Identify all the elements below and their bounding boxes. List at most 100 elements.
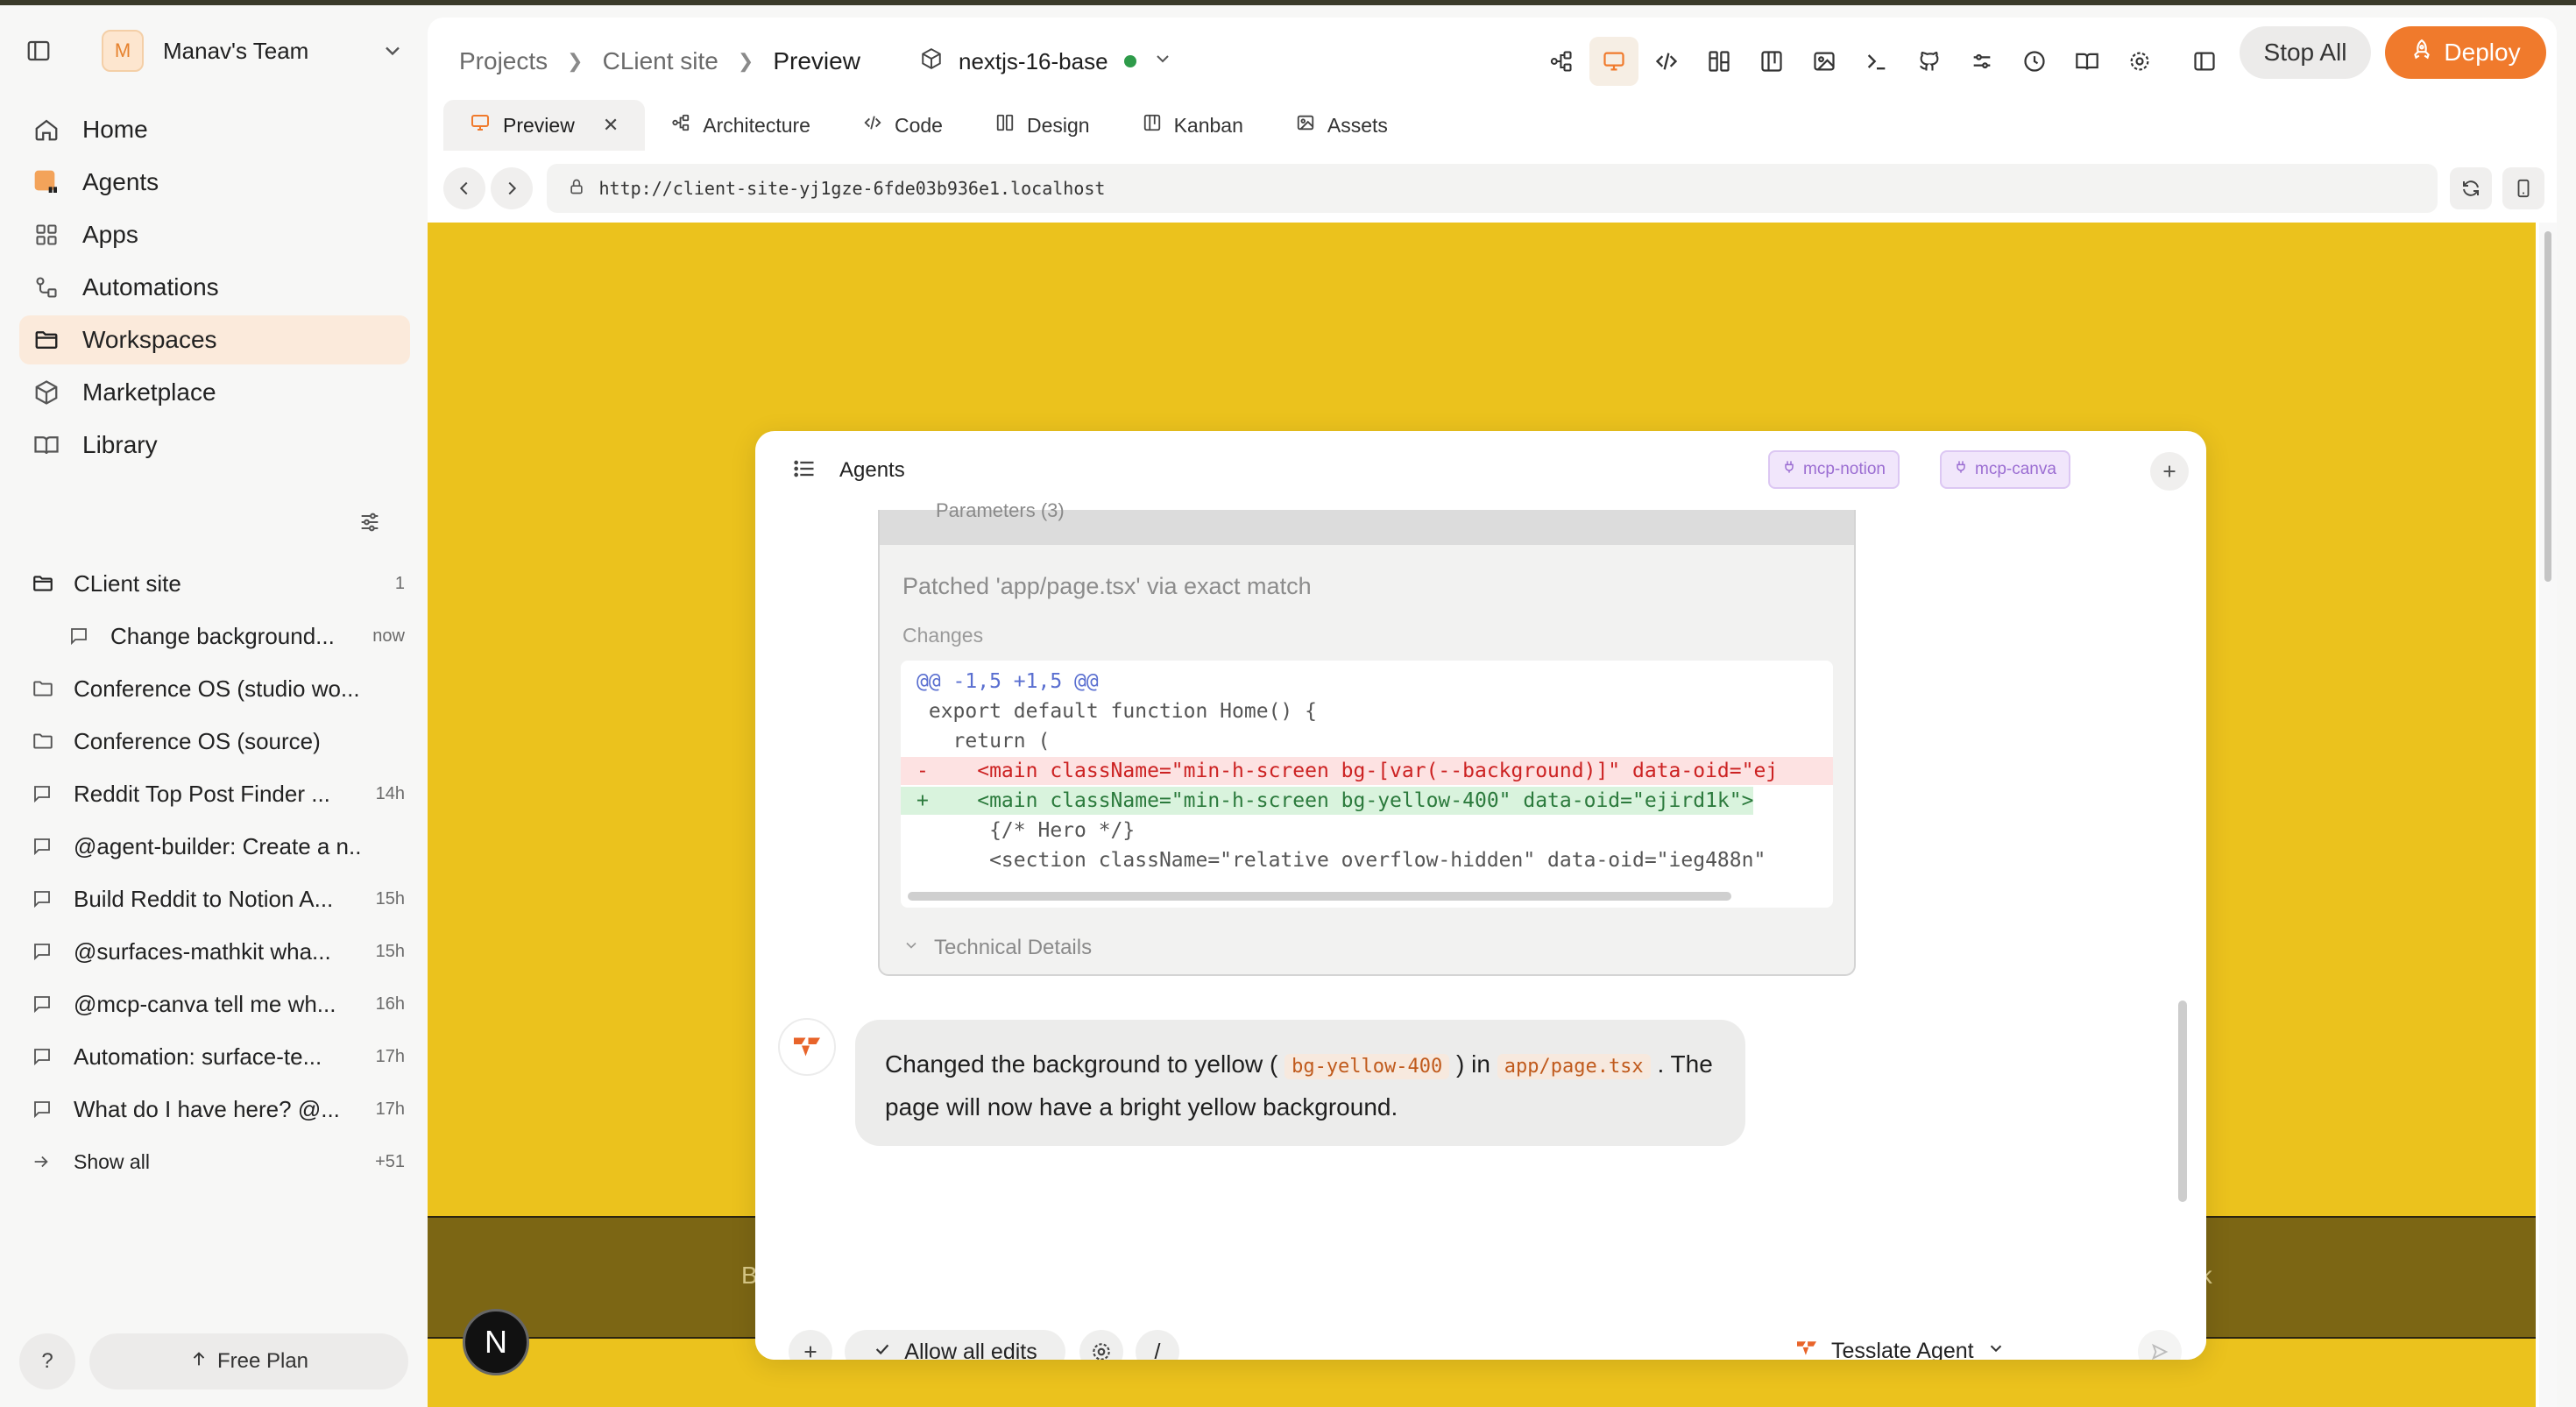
technical-details-toggle[interactable]: Technical Details xyxy=(902,936,1092,960)
nav-label: Agents xyxy=(82,168,159,195)
workspace-item-client-site[interactable]: CLient site 1 xyxy=(19,557,405,610)
show-all-link[interactable]: Show all +51 xyxy=(19,1135,405,1188)
deploy-button[interactable]: Deploy xyxy=(2385,26,2546,79)
crumb-projects[interactable]: Projects xyxy=(459,47,548,75)
nav-item-apps[interactable]: Apps xyxy=(19,210,410,259)
list-icon[interactable] xyxy=(792,456,817,485)
agent-selector[interactable]: Tesslate Agent xyxy=(1794,1328,2006,1360)
team-avatar: M xyxy=(102,30,144,72)
nav-label: Marketplace xyxy=(82,378,216,406)
tab-architecture[interactable]: Architecture xyxy=(645,100,837,151)
tree-time: 14h xyxy=(375,783,405,803)
lock-icon xyxy=(568,178,585,200)
team-switcher[interactable]: M Manav's Team xyxy=(19,23,405,79)
back-button[interactable] xyxy=(443,167,485,209)
tab-code[interactable]: Code xyxy=(837,100,969,151)
url-field[interactable]: http://client-site-yj1gze-6fde03b936e1.l… xyxy=(546,164,2438,213)
refresh-button[interactable] xyxy=(2450,167,2493,209)
nav-item-library[interactable]: Library xyxy=(19,421,410,470)
agent-name: Tesslate Agent xyxy=(1831,1338,1974,1361)
workspace-item[interactable]: Conference OS (source) xyxy=(19,715,405,767)
parameters-label: Parameters (3) xyxy=(936,499,1065,521)
book-open-icon[interactable] xyxy=(2063,37,2112,86)
crumb-project[interactable]: CLient site xyxy=(603,47,718,75)
chat-bubble-icon xyxy=(32,836,56,857)
chat-item[interactable]: @mcp-canva tell me wh... 16h xyxy=(19,978,405,1030)
chat-item[interactable]: @agent-builder: Create a n... xyxy=(19,820,405,873)
stop-all-button[interactable]: Stop All xyxy=(2240,26,2371,79)
sidebar-toggle-icon[interactable] xyxy=(19,32,58,70)
kanban-icon[interactable] xyxy=(1747,37,1796,86)
folder-icon xyxy=(32,730,56,753)
image-icon[interactable] xyxy=(1800,37,1849,86)
view-toolbar xyxy=(1537,37,2229,86)
diff-scrollbar[interactable] xyxy=(908,892,1731,901)
tab-kanban[interactable]: Kanban xyxy=(1116,100,1270,151)
chat-item[interactable]: Change background... now xyxy=(19,610,405,662)
scrollbar-thumb[interactable] xyxy=(2544,231,2551,582)
chat-item[interactable]: Automation: surface-te... 17h xyxy=(19,1030,405,1083)
architecture-icon[interactable] xyxy=(1537,37,1586,86)
allow-all-edits-button[interactable]: Allow all edits xyxy=(845,1330,1065,1360)
close-icon[interactable]: ✕ xyxy=(603,114,619,137)
folder-icon xyxy=(32,572,56,595)
device-toggle-button[interactable] xyxy=(2502,167,2545,209)
workspace-tree: CLient site 1 Change background... now C… xyxy=(19,557,405,1188)
preview-monitor-icon[interactable] xyxy=(1589,37,1638,86)
diff-line: <section className="relative overflow-hi… xyxy=(916,849,1766,872)
panel-toggle-icon[interactable] xyxy=(2180,37,2229,86)
book-icon xyxy=(32,430,61,460)
home-icon xyxy=(32,115,61,145)
chat-item[interactable]: Reddit Top Post Finder ... 14h xyxy=(19,767,405,820)
main-area: Projects ❯ CLient site ❯ Preview nextjs-… xyxy=(428,18,2557,1407)
tab-preview[interactable]: Preview ✕ xyxy=(443,100,646,151)
clock-icon[interactable] xyxy=(2010,37,2059,86)
url-text: http://client-site-yj1gze-6fde03b936e1.l… xyxy=(598,178,1106,199)
chevron-down-icon[interactable] xyxy=(380,39,405,67)
tree-label: Show all xyxy=(74,1149,150,1173)
repo-name: nextjs-16-base xyxy=(959,47,1108,74)
tree-count: 1 xyxy=(394,573,405,593)
nav-item-agents[interactable]: Agents xyxy=(19,158,410,207)
free-plan-button[interactable]: Free Plan xyxy=(89,1333,408,1389)
nav-item-home[interactable]: Home xyxy=(19,105,410,154)
agents-icon xyxy=(32,167,61,197)
inline-code: bg-yellow-400 xyxy=(1284,1054,1450,1079)
parameters-row[interactable]: Parameters (3) xyxy=(880,499,1854,545)
mcp-badge-notion[interactable]: mcp-notion xyxy=(1768,450,1900,489)
terminal-icon[interactable] xyxy=(1852,37,1901,86)
new-chat-button[interactable] xyxy=(2150,452,2189,491)
tree-count: +51 xyxy=(375,1151,405,1171)
help-button[interactable]: ? xyxy=(19,1333,75,1389)
github-icon[interactable] xyxy=(1905,37,1954,86)
tree-label: CLient site xyxy=(74,569,181,597)
chat-bubble-icon xyxy=(32,888,56,909)
code-icon[interactable] xyxy=(1642,37,1691,86)
preview-scrollbar[interactable] xyxy=(2539,223,2557,1407)
nav-item-automations[interactable]: Automations xyxy=(19,263,410,312)
chat-item[interactable]: @surfaces-mathkit wha... 15h xyxy=(19,925,405,978)
chat-item[interactable]: Build Reddit to Notion A... 15h xyxy=(19,873,405,925)
agent-chat-panel: Agents mcp-notion mcp-canva Parameters (… xyxy=(755,431,2206,1360)
breadcrumb: Projects ❯ CLient site ❯ Preview xyxy=(459,33,860,89)
design-columns-icon[interactable] xyxy=(1695,37,1744,86)
tab-assets[interactable]: Assets xyxy=(1270,100,1414,151)
chat-item[interactable]: What do I have here? @... 17h xyxy=(19,1083,405,1135)
forward-button[interactable] xyxy=(490,167,533,209)
sliders-icon[interactable] xyxy=(1957,37,2006,86)
automations-icon xyxy=(32,272,61,302)
mcp-badge-canva[interactable]: mcp-canva xyxy=(1940,450,2070,489)
workspace-item[interactable]: Conference OS (studio wo... xyxy=(19,662,405,715)
settings-gear-icon[interactable] xyxy=(2115,37,2164,86)
nav-item-marketplace[interactable]: Marketplace xyxy=(19,368,410,417)
chat-scrollbar[interactable] xyxy=(2178,1000,2187,1202)
site-preview[interactable]: B opack N Agents mcp-notion mcp-canva xyxy=(428,223,2536,1407)
filter-icon[interactable] xyxy=(357,510,382,539)
repo-selector[interactable]: nextjs-16-base xyxy=(920,33,1173,89)
nextjs-badge[interactable]: N xyxy=(463,1309,529,1375)
gear-icon xyxy=(1093,1343,1110,1360)
tab-design[interactable]: Design xyxy=(969,100,1116,151)
nav-item-workspaces[interactable]: Workspaces xyxy=(19,315,410,364)
main-nav: Home Agents Apps Automations Workspaces … xyxy=(19,105,410,473)
architecture-icon xyxy=(671,113,690,138)
